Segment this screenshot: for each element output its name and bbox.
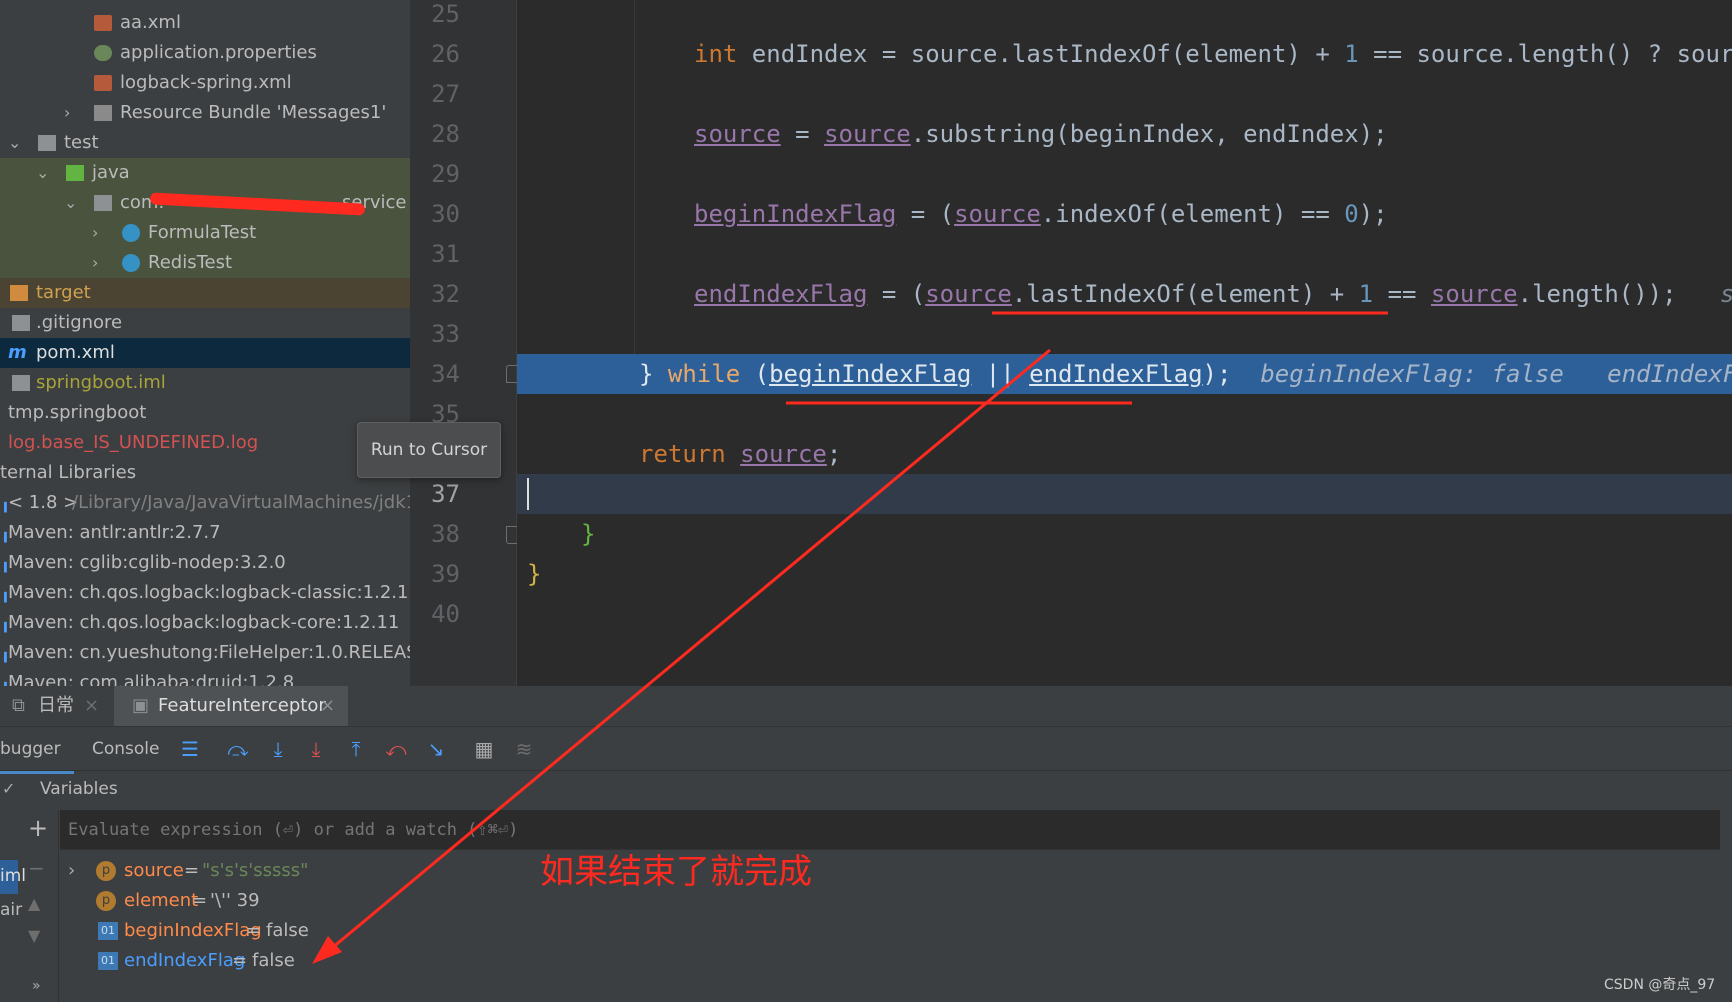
arrow-head-icon	[312, 936, 342, 964]
annotation-overlay	[312, 311, 1388, 964]
arrow-line	[319, 348, 1051, 960]
